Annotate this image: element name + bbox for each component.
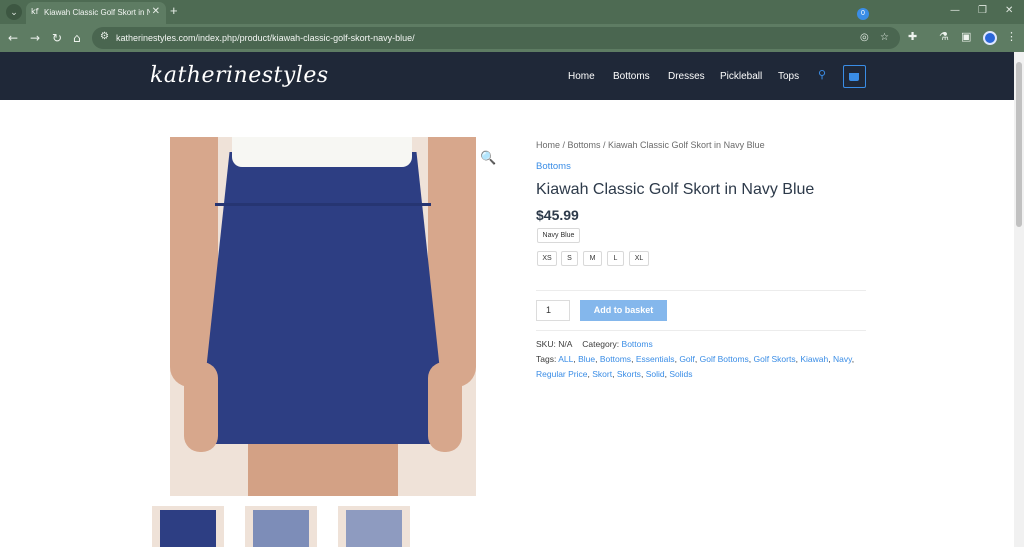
tab-title: Kiawah Classic Golf Skort in Na — [44, 8, 150, 17]
skort-shape — [200, 152, 446, 444]
nav-tops[interactable]: Tops — [778, 71, 799, 82]
address-bar[interactable]: ⚙ katherinestyles.com/index.php/product/… — [92, 27, 900, 49]
menu-icon[interactable]: ⋮ — [1006, 30, 1017, 43]
category-value-link[interactable]: Bottoms — [622, 339, 653, 349]
size-swatch-xs[interactable]: XS — [537, 251, 557, 266]
tag-link[interactable]: Solid — [646, 369, 665, 379]
cart-count-badge: 0 — [857, 8, 869, 20]
gallery-thumbnail[interactable] — [245, 506, 317, 547]
thumbnail-skort — [346, 510, 402, 547]
cart-button[interactable] — [843, 65, 866, 88]
thumbnail-skort — [160, 510, 216, 547]
tag-link[interactable]: Golf Skorts — [754, 354, 796, 364]
product-main-image[interactable] — [170, 137, 476, 496]
site-info-icon[interactable]: ⚙ — [100, 31, 109, 42]
url-text[interactable]: katherinestyles.com/index.php/product/ki… — [116, 33, 415, 43]
tag-link[interactable]: Golf Bottoms — [700, 354, 749, 364]
restore-icon[interactable]: ❐ — [978, 5, 987, 16]
size-swatch-l[interactable]: L — [607, 251, 624, 266]
size-swatch-xl[interactable]: XL — [629, 251, 649, 266]
product-category-link[interactable]: Bottoms — [536, 161, 571, 172]
nav-pickleball[interactable]: Pickleball — [720, 71, 762, 82]
thumbnail-skort — [253, 510, 309, 547]
new-tab-icon[interactable]: + — [170, 4, 178, 18]
size-swatch-s[interactable]: S — [561, 251, 578, 266]
browser-toolbar: ← → ↻ ⌂ ⚙ katherinestyles.com/index.php/… — [0, 24, 1024, 52]
zoom-icon[interactable]: 🔍 — [480, 151, 496, 166]
add-to-basket-button[interactable]: Add to basket — [580, 300, 667, 321]
divider — [536, 290, 866, 291]
home-icon[interactable]: ⌂ — [73, 30, 81, 46]
tag-link[interactable]: Kiawah — [800, 354, 828, 364]
left-hand — [184, 362, 218, 452]
site-header: katherinestyles Home Bottoms Dresses Pic… — [0, 52, 1014, 100]
nav-dresses[interactable]: Dresses — [668, 71, 705, 82]
forward-icon[interactable]: → — [30, 30, 40, 46]
gallery-thumbnail[interactable] — [152, 506, 224, 547]
back-icon[interactable]: ← — [8, 30, 18, 46]
product-tags-line-1: Tags: ALL, Blue, Bottoms, Essentials, Go… — [536, 354, 855, 364]
waistband — [215, 203, 431, 206]
close-tab-icon[interactable]: ✕ — [152, 6, 160, 17]
right-hand — [428, 362, 462, 452]
product-title: Kiawah Classic Golf Skort in Navy Blue — [536, 181, 815, 198]
product-tags-line-2: Regular Price, Skort, Skorts, Solid, Sol… — [536, 369, 693, 379]
reload-icon[interactable]: ↻ — [52, 30, 62, 46]
color-swatch-navy-blue[interactable]: Navy Blue — [537, 228, 580, 243]
tag-link[interactable]: Blue — [578, 354, 595, 364]
tag-link[interactable]: Solids — [669, 369, 692, 379]
tag-link[interactable]: Navy — [833, 354, 852, 364]
divider — [536, 330, 866, 331]
labs-icon[interactable]: ⚗ — [939, 30, 949, 43]
scrollbar-thumb[interactable] — [1016, 62, 1022, 227]
site-logo[interactable]: katherinestyles — [150, 63, 329, 88]
tracking-icon[interactable]: ◎ — [860, 32, 869, 43]
extensions-icon[interactable]: ✚ — [908, 30, 917, 43]
bookmark-star-icon[interactable]: ☆ — [880, 32, 889, 43]
tab-list-icon[interactable]: ⌄ — [6, 4, 22, 20]
quantity-input[interactable]: 1 — [536, 300, 570, 321]
tag-link[interactable]: Skort — [592, 369, 612, 379]
tag-link[interactable]: ALL — [558, 354, 573, 364]
favicon-icon: kf — [31, 7, 39, 16]
breadcrumb[interactable]: Home / Bottoms / Kiawah Classic Golf Sko… — [536, 140, 765, 150]
sku-value: N/A — [558, 339, 572, 349]
basket-icon — [849, 73, 859, 81]
minimize-icon[interactable]: — — [950, 5, 960, 16]
category-label: Category: — [582, 339, 620, 349]
sku-label: SKU: — [536, 339, 556, 349]
side-panel-icon[interactable]: ▣ — [961, 30, 971, 43]
browser-tabbar: ⌄ kf Kiawah Classic Golf Skort in Na ✕ +… — [0, 0, 1024, 24]
tag-link[interactable]: Essentials — [636, 354, 675, 364]
profile-avatar[interactable] — [983, 31, 997, 45]
size-swatch-m[interactable]: M — [583, 251, 602, 266]
gallery-thumbnail[interactable] — [338, 506, 410, 547]
close-window-icon[interactable]: ✕ — [1005, 5, 1013, 16]
nav-home[interactable]: Home — [568, 71, 595, 82]
product-price: $45.99 — [536, 207, 579, 223]
tag-link[interactable]: Golf — [679, 354, 695, 364]
nav-bottoms[interactable]: Bottoms — [613, 71, 650, 82]
browser-tab[interactable]: kf Kiawah Classic Golf Skort in Na ✕ — [26, 2, 166, 24]
tag-link[interactable]: Regular Price — [536, 369, 588, 379]
tags-label: Tags: — [536, 354, 557, 364]
white-top — [232, 137, 412, 167]
product-meta-sku-category: SKU: N/A Category: Bottoms — [536, 339, 653, 349]
search-icon[interactable]: ⚲ — [818, 68, 826, 81]
tag-link[interactable]: Skorts — [617, 369, 641, 379]
tag-link[interactable]: Bottoms — [600, 354, 631, 364]
